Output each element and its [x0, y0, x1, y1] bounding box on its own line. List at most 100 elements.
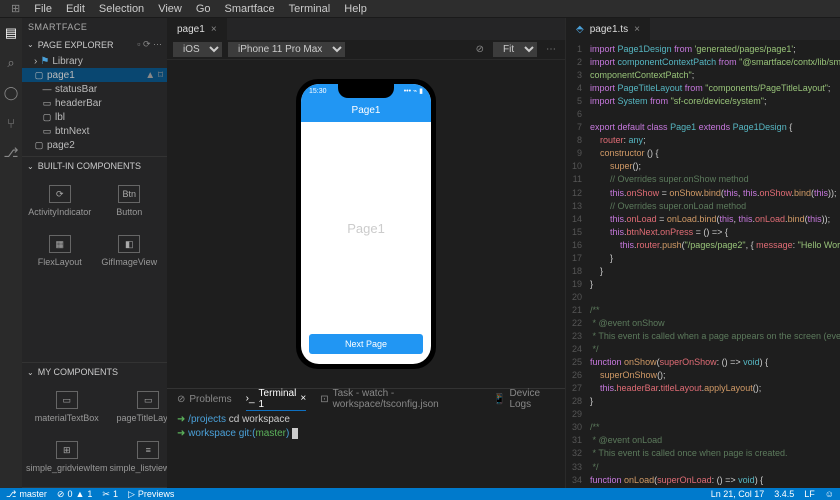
component-icon: ▭ [137, 391, 159, 409]
menu-edit[interactable]: Edit [59, 3, 92, 15]
sidebar: SMARTFACE ⌄ PAGE EXPLORER ▫ ⟳ ⋯ › ⚑ Libr… [22, 18, 167, 488]
source-control-icon[interactable]: ⑂ [2, 114, 20, 132]
component-label: GifImageView [101, 257, 157, 267]
next-page-button[interactable]: Next Page [309, 334, 423, 354]
debug-icon[interactable]: ◯ [2, 84, 20, 102]
tree-item[interactable]: ▢page1▲ ⌑ [22, 68, 167, 82]
component-label: simple_gridviewItem [26, 463, 108, 473]
tab-problems[interactable]: ⊘ Problems [177, 394, 232, 405]
activity-bar: ▤ ⌕ ◯ ⑂ ⎇ [0, 18, 22, 488]
tab-terminal[interactable]: ›_ Terminal 1 × [246, 388, 307, 411]
tree-label: btnNext [55, 126, 89, 137]
builtin-header[interactable]: ⌄ BUILT-IN COMPONENTS [22, 159, 167, 173]
notch [338, 84, 394, 98]
tab-page1-ts[interactable]: ⬘ page1.ts × [566, 18, 651, 40]
tree-item[interactable]: ▭headerBar [22, 96, 167, 110]
explorer-tree: › ⚑ Library ▢page1▲ ⌑—statusBar▭headerBa… [22, 52, 167, 154]
device-select[interactable]: iPhone 11 Pro Max [228, 42, 345, 57]
previews-item[interactable]: ▷Previews [128, 489, 174, 500]
component-ActivityIndicator[interactable]: ⟳ ActivityIndicator [26, 177, 94, 225]
phone-screen[interactable]: 15:30 ••• ⌁ ▮ Page1 Page1 Next Page [301, 84, 431, 364]
section-actions[interactable]: ▫ ⟳ ⋯ [137, 39, 162, 50]
component-simple_gridviewItem[interactable]: ⊞ simple_gridviewItem [26, 433, 108, 481]
menu-bar: ⊞ FileEditSelectionViewGoSmartfaceTermin… [0, 0, 840, 18]
page-explorer-header[interactable]: ⌄ PAGE EXPLORER ▫ ⟳ ⋯ [22, 37, 167, 52]
menu-go[interactable]: Go [189, 3, 218, 15]
section-label: BUILT-IN COMPONENTS [38, 161, 141, 171]
library-item[interactable]: › ⚑ Library [22, 54, 167, 68]
component-materialTextBox[interactable]: ▭ materialTextBox [26, 383, 108, 431]
tree-item[interactable]: ▭btnNext [22, 124, 167, 138]
component-icon: ▭ [56, 391, 78, 409]
version-item[interactable]: 3.4.5 [774, 489, 794, 499]
phone-header[interactable]: Page1 [301, 98, 431, 122]
component-icon: ≡ [137, 441, 159, 459]
tree-item[interactable]: ▢lbl [22, 110, 167, 124]
component-icon: Btn [118, 185, 140, 203]
builtin-grid: ⟳ ActivityIndicator Btn Button ▦FlexLayout◧G… [22, 173, 167, 279]
problems-item[interactable]: ⊘0 ▲1 [57, 489, 93, 500]
component-label: ActivityIndicator [28, 207, 91, 217]
tab-page1[interactable]: page1 × [167, 18, 228, 40]
code-editor: ⬘ page1.ts × 123456789101112131415161718… [565, 18, 840, 488]
component-pageTitleLayout[interactable]: ▭pageTitleLayout [110, 383, 167, 431]
my-header[interactable]: ⌄ MY COMPONENTS [22, 365, 167, 379]
menu-smartface[interactable]: Smartface [218, 3, 282, 15]
main-area: ▤ ⌕ ◯ ⑂ ⎇ SMARTFACE ⌄ PAGE EXPLORER ▫ ⟳ … [0, 18, 840, 488]
tab-label: page1.ts [590, 24, 628, 35]
code-area[interactable]: 1234567891011121314151617181920212223242… [566, 40, 840, 488]
tab-task[interactable]: ⊡ Task - watch - workspace/tsconfig.json [320, 388, 479, 410]
files-icon[interactable]: ▤ [2, 24, 20, 42]
lncol-item[interactable]: Ln 21, Col 17 [711, 489, 765, 499]
menu-terminal[interactable]: Terminal [282, 3, 338, 15]
scissors-item[interactable]: ✂1 [102, 489, 118, 500]
menu-file[interactable]: File [27, 3, 59, 15]
close-icon[interactable]: × [211, 24, 217, 35]
component-FlexLayout[interactable]: ▦FlexLayout [26, 227, 94, 275]
chevron-down-icon: ⌄ [27, 40, 34, 49]
search-icon[interactable]: ⌕ [2, 54, 20, 72]
item-icon: — [42, 84, 52, 94]
component-label: materialTextBox [35, 413, 99, 423]
more-icon[interactable]: ⋯ [543, 44, 559, 55]
editor-tabbar: ⬘ page1.ts × [566, 18, 840, 40]
link-icon[interactable]: ⊘ [473, 44, 487, 55]
component-Button[interactable]: Btn Button [96, 177, 164, 225]
center-panel: page1 × iOS iPhone 11 Pro Max ⊘ Fit ⋯ 15… [167, 18, 565, 488]
component-icon: ⊞ [56, 441, 78, 459]
cursor [292, 428, 298, 439]
signal-icons: ••• ⌁ ▮ [404, 87, 423, 95]
close-icon[interactable]: × [634, 24, 640, 35]
menu-view[interactable]: View [151, 3, 189, 15]
tree-label: statusBar [55, 84, 97, 95]
encoding-item[interactable]: LF [804, 489, 815, 499]
status-bar: ⎇ master ⊘0 ▲1 ✂1 ▷Previews Ln 21, Col 1… [0, 488, 840, 500]
section-label: MY COMPONENTS [38, 367, 118, 377]
component-icon: ⟳ [49, 185, 71, 203]
sidebar-title: SMARTFACE [22, 18, 167, 35]
designer-toolbar: iOS iPhone 11 Pro Max ⊘ Fit ⋯ [167, 40, 565, 60]
menu-selection[interactable]: Selection [92, 3, 151, 15]
component-simple_listviewItem[interactable]: ≡ simple_listviewItem [110, 433, 167, 481]
panel-tabs: ⊘ Problems ›_ Terminal 1 × ⊡ Task - watc… [167, 389, 565, 409]
branch-icon[interactable]: ⎇ [2, 144, 20, 162]
tree-label: page2 [47, 140, 75, 151]
chevron-down-icon: ⌄ [27, 162, 34, 171]
code-content[interactable]: import Page1Design from 'generated/pages… [586, 40, 840, 488]
fit-select[interactable]: Fit [493, 42, 537, 57]
phone-frame: 15:30 ••• ⌁ ▮ Page1 Page1 Next Page [296, 79, 436, 369]
tree-item[interactable]: —statusBar [22, 82, 167, 96]
feedback-icon[interactable]: ☺ [825, 489, 834, 499]
terminal[interactable]: ➜ /projects cd workspace ➜ workspace git… [167, 409, 565, 488]
menu-help[interactable]: Help [337, 3, 374, 15]
tab-device-logs[interactable]: 📱 Device Logs [493, 388, 555, 410]
component-label: Button [116, 207, 142, 217]
component-label: simple_listviewItem [110, 463, 167, 473]
phone-body[interactable]: Page1 [301, 122, 431, 334]
tab-label: page1 [177, 24, 205, 35]
tree-item[interactable]: ▢page2 [22, 138, 167, 152]
branch-item[interactable]: ⎇ master [6, 489, 47, 500]
item-icon: ▭ [42, 126, 52, 137]
component-GifImageView[interactable]: ◧GifImageView [96, 227, 164, 275]
platform-select[interactable]: iOS [173, 42, 222, 57]
